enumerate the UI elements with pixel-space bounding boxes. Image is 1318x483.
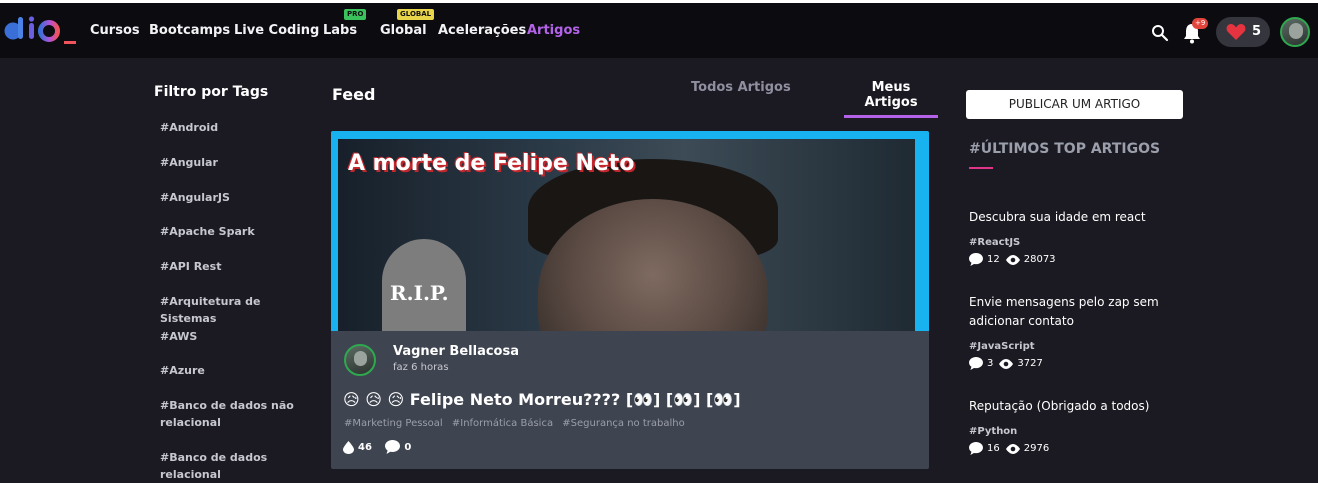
eye-icon <box>999 358 1014 369</box>
view-count: 28073 <box>1023 254 1056 265</box>
view-count: 3727 <box>1017 358 1043 369</box>
heart-icon <box>1226 24 1246 40</box>
post-tag[interactable]: #Marketing Pessoal <box>344 418 443 429</box>
post-stats: 46 0 <box>343 440 421 457</box>
tag-filter-item[interactable]: #Apache Spark <box>160 223 255 240</box>
like-count: 46 <box>358 442 372 453</box>
nav-item-global[interactable]: Global GLOBAL <box>380 9 435 38</box>
tag-filter-item[interactable]: #Azure <box>160 362 205 379</box>
tab-meus-artigos[interactable]: Meus Artigos <box>844 80 938 118</box>
top-article-tag[interactable]: #ReactJS <box>969 237 1179 248</box>
like-stat[interactable]: 46 <box>343 441 372 454</box>
top-article-title[interactable]: Reputação (Obrigado a todos) <box>969 397 1179 416</box>
nav-item-artigos[interactable]: Artigos <box>527 23 580 38</box>
thumbnail-image: R.I.P. A morte de Felipe Neto <box>338 139 915 331</box>
author-avatar[interactable] <box>344 344 376 376</box>
dio-logo[interactable] <box>4 15 80 47</box>
top-article-tag[interactable]: #Python <box>969 426 1179 437</box>
post-tags: #Marketing Pessoal #Informática Básica #… <box>344 418 691 429</box>
tag-filter-item[interactable]: #Angular <box>160 154 218 171</box>
notification-count-badge: +9 <box>1192 18 1209 29</box>
article-thumbnail[interactable]: R.I.P. A morte de Felipe Neto <box>331 131 929 331</box>
eye-icon <box>1005 254 1020 265</box>
comment-count: 3 <box>987 358 994 369</box>
top-navbar: Cursos Bootcamps Live Coding Labs PRO Gl… <box>0 0 1318 58</box>
article-card[interactable]: R.I.P. A morte de Felipe Neto Vagner Bel… <box>331 131 929 469</box>
post-time: faz 6 horas <box>393 362 449 373</box>
likes-count: 5 <box>1252 24 1262 39</box>
tombstone-text: R.I.P. <box>390 281 449 305</box>
nav-item-labs[interactable]: Labs PRO <box>323 9 367 38</box>
comment-icon <box>969 357 983 370</box>
comment-icon <box>385 440 401 454</box>
tag-filter-item[interactable]: #AngularJS <box>160 189 230 206</box>
filter-title: Filtro por Tags <box>154 84 269 100</box>
comment-count: 16 <box>987 443 1000 454</box>
avatar-face <box>354 351 367 366</box>
tag-filter-item[interactable]: #AWS <box>160 328 197 345</box>
top-article-title[interactable]: Descubra sua idade em react <box>969 208 1179 227</box>
view-count: 2976 <box>1023 443 1050 454</box>
eye-icon <box>1005 443 1020 454</box>
drop-icon <box>343 441 354 454</box>
post-tag[interactable]: #Segurança no trabalho <box>562 418 684 429</box>
tag-filter-item[interactable]: #Android <box>160 119 218 136</box>
title-underline <box>969 167 993 169</box>
pro-badge: PRO <box>344 9 367 20</box>
thumbnail-title: A morte de Felipe Neto <box>348 151 635 176</box>
top-article-tag[interactable]: #JavaScript <box>969 341 1179 352</box>
nav-item-aceleracoes[interactable]: Acelerações <box>438 23 526 38</box>
author-name[interactable]: Vagner Bellacosa <box>393 344 519 359</box>
avatar-face <box>1289 23 1303 39</box>
top-article-title[interactable]: Envie mensagens pelo zap sem adicionar c… <box>969 293 1179 331</box>
tab-todos-artigos[interactable]: Todos Artigos <box>691 80 791 95</box>
nav-item-live-coding[interactable]: Live Coding <box>234 23 319 38</box>
tag-filter-item[interactable]: #Banco de dados relacional <box>160 449 280 483</box>
comment-icon <box>969 442 983 455</box>
top-article-stats: 16 2976 <box>969 442 1179 455</box>
tag-filter-item[interactable]: #Banco de dados não relacional <box>160 397 295 431</box>
top-article-stats: 12 28073 <box>969 253 1179 266</box>
comment-stat[interactable]: 0 <box>385 440 411 454</box>
feed-title: Feed <box>332 85 376 104</box>
tag-filter-item[interactable]: #Arquitetura de Sistemas <box>160 293 310 327</box>
global-badge: GLOBAL <box>397 9 435 20</box>
top-article-item[interactable]: Reputação (Obrigado a todos) #Python 16 … <box>969 397 1179 455</box>
top-article-stats: 3 3727 <box>969 357 1179 370</box>
top-articles-title: #ÚLTIMOS TOP ARTIGOS <box>969 141 1161 157</box>
top-article-item[interactable]: Descubra sua idade em react #ReactJS 12 … <box>969 208 1179 266</box>
user-avatar[interactable] <box>1280 17 1310 47</box>
nav-item-label: Labs <box>323 23 358 38</box>
likes-counter[interactable]: 5 <box>1216 17 1270 47</box>
nav-item-label: Global <box>380 23 427 38</box>
top-article-item[interactable]: Envie mensagens pelo zap sem adicionar c… <box>969 293 1179 370</box>
comment-icon <box>969 253 983 266</box>
post-tag[interactable]: #Informática Básica <box>452 418 553 429</box>
nav-item-bootcamps[interactable]: Bootcamps <box>149 23 230 38</box>
nav-item-cursos[interactable]: Cursos <box>90 23 140 38</box>
comment-count: 12 <box>987 254 1000 265</box>
comment-count: 0 <box>404 441 412 453</box>
publish-article-button[interactable]: PUBLICAR UM ARTIGO <box>966 90 1183 119</box>
tag-filter-item[interactable]: #API Rest <box>160 258 221 275</box>
post-title[interactable]: 😥 😥 😥 Felipe Neto Morreu???? [👀] [👀] [👀] <box>343 390 741 409</box>
search-icon[interactable] <box>1151 24 1169 42</box>
